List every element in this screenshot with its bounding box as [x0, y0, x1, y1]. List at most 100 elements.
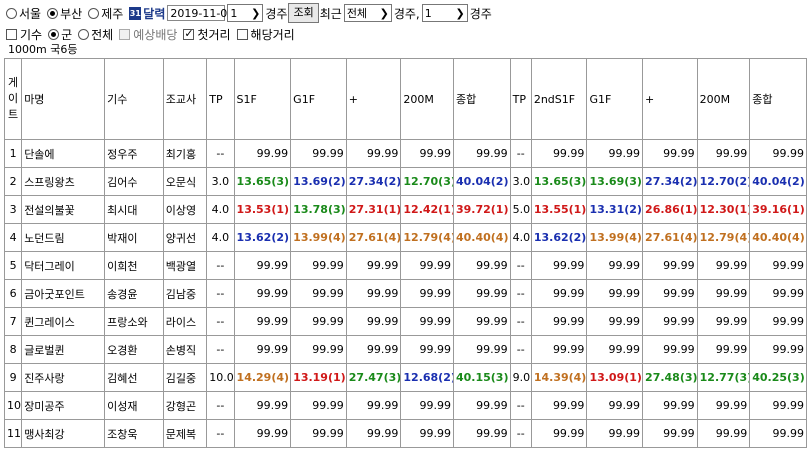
gate-cell: 10 [3, 391, 23, 420]
plus2-cell: 26.86(1) [642, 195, 698, 224]
recent-select[interactable]: 전체 ❯ [343, 4, 392, 22]
g1f-cell: 99.99 [290, 279, 347, 308]
g1f-cell: 99.99 [290, 391, 347, 420]
plus-cell: 99.99 [345, 335, 402, 364]
table-row: 4 노던드림 박재이 양귀선 4.0 13.62(2) 13.99(4) 27.61(4) 12… [3, 223, 807, 252]
s1f-cell: 99.99 [233, 251, 292, 280]
g1f2-cell: 99.99 [586, 391, 644, 420]
race-count-select[interactable]: 1 ❯ [421, 4, 468, 22]
table-row: 9 진주사랑 김혜선 김길중 10.0 14.29(4) 13.19(1) 27.47(3) 1… [3, 363, 807, 392]
header-g1f: G1F [290, 58, 347, 140]
jockey-checkbox[interactable] [6, 28, 17, 40]
total-cell: 99.99 [452, 391, 511, 420]
total-cell: 39.72(1) [452, 195, 511, 224]
g1f2-cell: 13.99(4) [586, 223, 644, 252]
trainer-cell: 김남중 [162, 279, 208, 308]
g1f2-cell: 13.69(3) [586, 167, 644, 196]
horse-name-cell: 닥터그레이 [21, 251, 106, 280]
race-number-select[interactable]: 1 ❯ [227, 4, 264, 22]
trainer-cell: 문제복 [162, 419, 208, 448]
same-distance-checkbox[interactable] [236, 28, 248, 40]
s1f-cell: 99.99 [233, 139, 292, 168]
expected-odds-checkbox[interactable] [119, 28, 131, 40]
race-record-table: 게 이 트 마명 기수 조교사 TP S1F G1F +200M 종합 TP 2ndS1F G1F +2… [3, 58, 807, 448]
200m-cell: 99.99 [400, 335, 454, 364]
recent-suffix-label: 경주, [393, 6, 420, 21]
total-cell: 99.99 [452, 139, 511, 168]
table-row: 8 글로벌퀸 오경환 손병직 -- 99.99 99.99 99.99 99.99 99.99 --… [3, 335, 807, 364]
gate-cell: 9 [3, 363, 23, 392]
2nd-s1f-cell: 99.99 [530, 391, 588, 420]
gate-cell: 6 [3, 279, 23, 308]
s1f-cell: 13.62(2) [233, 223, 292, 252]
chevron-down-icon: ❯ [379, 6, 389, 20]
200m-cell: 12.42(1) [400, 195, 454, 224]
table-row: 5 닥터그레이 이희천 백광열 -- 99.99 99.99 99.99 99.99 99.99-… [3, 251, 807, 280]
plus2-cell: 99.99 [642, 307, 698, 336]
tp-cell: -- [206, 251, 235, 280]
header-200m2: 200M [696, 58, 751, 140]
plus2-cell: 99.99 [642, 251, 698, 280]
jockey-cell: 정우주 [104, 139, 164, 168]
race-suffix-label: 경주 [265, 6, 288, 21]
gate-cell: 3 [3, 195, 23, 224]
plus2-cell: 99.99 [642, 335, 698, 364]
trainer-cell: 최기홍 [162, 139, 208, 168]
trainer-cell: 양귀선 [162, 223, 208, 252]
toolbar: 서울 부산 제주 31 달력 2019-11-01 1 ❯ 경주 조회 최근 전체… [0, 2, 492, 24]
200m-cell: 99.99 [400, 251, 454, 280]
g1f-cell: 13.99(4) [290, 223, 347, 252]
header-tp2: TP [509, 58, 532, 140]
header-total2: 종합 [749, 58, 807, 140]
plus-cell: 27.61(4) [345, 223, 402, 252]
region-radio-jeju[interactable] [88, 7, 100, 19]
calendar-icon[interactable]: 31 [129, 6, 142, 20]
region-label-jeju: 제주 [101, 6, 124, 21]
plus-cell: 99.99 [345, 279, 402, 308]
header-trainer: 조교사 [162, 58, 208, 140]
race-count-suffix-label: 경주 [469, 6, 492, 21]
trainer-cell: 김길중 [162, 363, 208, 392]
200m-cell: 12.68(2) [400, 363, 454, 392]
tp-cell: -- [206, 307, 235, 336]
region-label-busan: 부산 [60, 6, 83, 21]
tp2-cell: -- [509, 251, 532, 280]
all-radio[interactable] [78, 28, 90, 40]
200m2-cell: 99.99 [696, 251, 751, 280]
200m-cell: 99.99 [400, 307, 454, 336]
g1f-cell: 99.99 [290, 335, 347, 364]
total2-cell: 99.99 [749, 139, 807, 168]
first-distance-checkbox[interactable] [183, 27, 195, 40]
tp-cell: -- [206, 335, 235, 364]
total-cell: 99.99 [452, 419, 511, 448]
date-input[interactable]: 2019-11-01 [167, 5, 234, 21]
header-horse: 마명 [21, 58, 106, 140]
2nd-s1f-cell: 13.62(2) [530, 223, 588, 252]
2nd-s1f-cell: 99.99 [530, 419, 588, 448]
plus2-cell: 99.99 [642, 391, 698, 420]
tp2-cell: -- [509, 335, 532, 364]
race-info: 1000m 국6등 [8, 43, 78, 56]
total-cell: 99.99 [452, 335, 511, 364]
g1f2-cell: 13.09(1) [586, 363, 644, 392]
g1f2-cell: 99.99 [586, 307, 644, 336]
plus2-cell: 99.99 [642, 419, 698, 448]
plus-cell: 27.34(2) [345, 167, 402, 196]
trainer-cell: 오문식 [162, 167, 208, 196]
tp2-cell: -- [509, 391, 532, 420]
search-button[interactable]: 조회 [288, 3, 319, 23]
s1f-cell: 99.99 [233, 279, 292, 308]
table-row: 7 퀸그레이스 프랑소와 라이스 -- 99.99 99.99 99.99 99.99 99.99… [3, 307, 807, 336]
tp-cell: -- [206, 279, 235, 308]
gate-cell: 1 [3, 139, 23, 168]
plus2-cell: 27.34(2) [642, 167, 698, 196]
2nd-s1f-cell: 13.55(1) [530, 195, 588, 224]
chevron-down-icon: ❯ [251, 6, 261, 20]
region-radio-busan[interactable] [47, 7, 59, 19]
region-radio-seoul[interactable] [6, 7, 17, 19]
group-radio[interactable] [48, 28, 60, 40]
200m2-cell: 99.99 [696, 335, 751, 364]
horse-name-cell: 맹사최강 [21, 419, 106, 448]
trainer-cell: 라이스 [162, 307, 208, 336]
race-count-value: 1 [424, 6, 432, 20]
